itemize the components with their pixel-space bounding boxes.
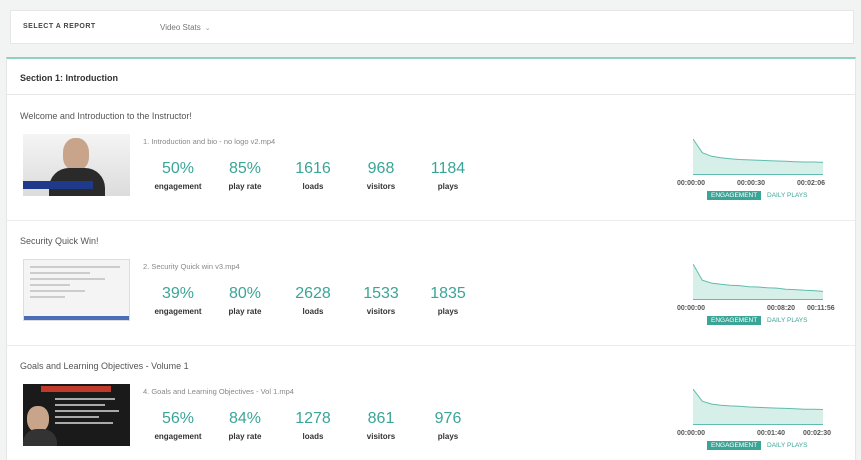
time-start: 00:00:00 xyxy=(677,430,706,437)
plays-value: 976 xyxy=(434,410,462,427)
video-title: Welcome and Introduction to the Instruct… xyxy=(20,111,192,121)
time-start: 00:00:00 xyxy=(677,305,706,312)
stat-loads: 1616 loads xyxy=(278,160,348,191)
visitors-label: visitors xyxy=(366,307,396,316)
stat-play-rate: 80% play rate xyxy=(210,285,280,316)
loads-label: loads xyxy=(302,182,324,191)
stat-loads: 1278 loads xyxy=(278,410,348,441)
section-panel: Section 1: Introduction Welcome and Intr… xyxy=(6,57,856,460)
tab-engagement[interactable]: ENGAGEMENT xyxy=(707,441,762,450)
play-rate-label: play rate xyxy=(228,432,262,441)
tab-engagement[interactable]: ENGAGEMENT xyxy=(707,191,762,200)
engagement-sparkline[interactable] xyxy=(693,387,823,425)
time-mid: 00:01:40 xyxy=(757,430,786,437)
video-file-name: 1. Introduction and bio - no logo v2.mp4 xyxy=(143,137,276,146)
plays-label: plays xyxy=(437,432,459,441)
stat-visitors: 968 visitors xyxy=(346,160,416,191)
video-row: Welcome and Introduction to the Instruct… xyxy=(7,97,855,221)
report-selector-bar: SELECT A REPORT Video Stats ⌄ xyxy=(10,10,854,44)
report-label: SELECT A REPORT xyxy=(23,23,96,30)
stat-engagement: 39% engagement xyxy=(143,285,213,316)
loads-label: loads xyxy=(302,432,324,441)
report-selected-value: Video Stats xyxy=(160,23,201,32)
stat-play-rate: 84% play rate xyxy=(210,410,280,441)
play-rate-value: 84% xyxy=(228,410,262,427)
play-rate-label: play rate xyxy=(228,307,262,316)
time-end: 00:02:30 xyxy=(803,430,832,437)
time-end: 00:02:06 xyxy=(797,180,826,187)
video-title: Security Quick Win! xyxy=(20,236,99,246)
video-file-name: 4. Goals and Learning Objectives - Vol 1… xyxy=(143,387,294,396)
play-rate-label: play rate xyxy=(228,182,262,191)
visitors-value: 861 xyxy=(367,410,395,427)
video-file-name: 2. Security Quick win v3.mp4 xyxy=(143,262,240,271)
loads-label: loads xyxy=(302,307,324,316)
video-thumbnail[interactable] xyxy=(23,134,130,196)
plays-value: 1184 xyxy=(430,160,466,177)
visitors-label: visitors xyxy=(366,182,396,191)
sparkline-area xyxy=(693,139,823,175)
chevron-down-icon: ⌄ xyxy=(204,25,211,32)
engagement-value: 56% xyxy=(161,410,195,427)
tab-engagement[interactable]: ENGAGEMENT xyxy=(707,316,762,325)
visitors-label: visitors xyxy=(366,432,396,441)
stat-loads: 2628 loads xyxy=(278,285,348,316)
engagement-label: engagement xyxy=(154,307,202,316)
stat-plays: 976 plays xyxy=(413,410,483,441)
loads-value: 2628 xyxy=(295,285,331,302)
engagement-label: engagement xyxy=(154,432,202,441)
stat-plays: 1184 plays xyxy=(413,160,483,191)
loads-value: 1616 xyxy=(295,160,331,177)
engagement-value: 50% xyxy=(161,160,195,177)
play-rate-value: 85% xyxy=(228,160,262,177)
video-title: Goals and Learning Objectives - Volume 1 xyxy=(20,361,189,371)
time-mid: 00:00:30 xyxy=(737,180,766,187)
sparkline-area xyxy=(693,264,823,300)
stat-play-rate: 85% play rate xyxy=(210,160,280,191)
time-end: 00:11:56 xyxy=(807,305,835,312)
stat-plays: 1835 plays xyxy=(413,285,483,316)
loads-value: 1278 xyxy=(295,410,331,427)
video-row: Goals and Learning Objectives - Volume 1… xyxy=(7,347,855,460)
engagement-sparkline[interactable] xyxy=(693,262,823,300)
plays-label: plays xyxy=(437,182,459,191)
time-mid: 00:08:20 xyxy=(767,305,796,312)
engagement-label: engagement xyxy=(154,182,202,191)
report-dropdown[interactable]: Video Stats ⌄ xyxy=(160,23,211,32)
stat-visitors: 861 visitors xyxy=(346,410,416,441)
video-thumbnail[interactable] xyxy=(23,259,130,321)
time-start: 00:00:00 xyxy=(677,180,706,187)
engagement-value: 39% xyxy=(161,285,195,302)
tab-daily-plays[interactable]: DAILY PLAYS xyxy=(767,192,807,199)
stat-engagement: 56% engagement xyxy=(143,410,213,441)
stat-visitors: 1533 visitors xyxy=(346,285,416,316)
stat-engagement: 50% engagement xyxy=(143,160,213,191)
visitors-value: 968 xyxy=(367,160,395,177)
plays-value: 1835 xyxy=(430,285,466,302)
plays-label: plays xyxy=(437,307,459,316)
play-rate-value: 80% xyxy=(228,285,262,302)
tab-daily-plays[interactable]: DAILY PLAYS xyxy=(767,317,807,324)
video-row: Security Quick Win! 2. Security Quick wi… xyxy=(7,222,855,346)
engagement-sparkline[interactable] xyxy=(693,137,823,175)
tab-daily-plays[interactable]: DAILY PLAYS xyxy=(767,442,807,449)
section-title: Section 1: Introduction xyxy=(7,59,855,95)
visitors-value: 1533 xyxy=(363,285,399,302)
video-thumbnail[interactable] xyxy=(23,384,130,446)
